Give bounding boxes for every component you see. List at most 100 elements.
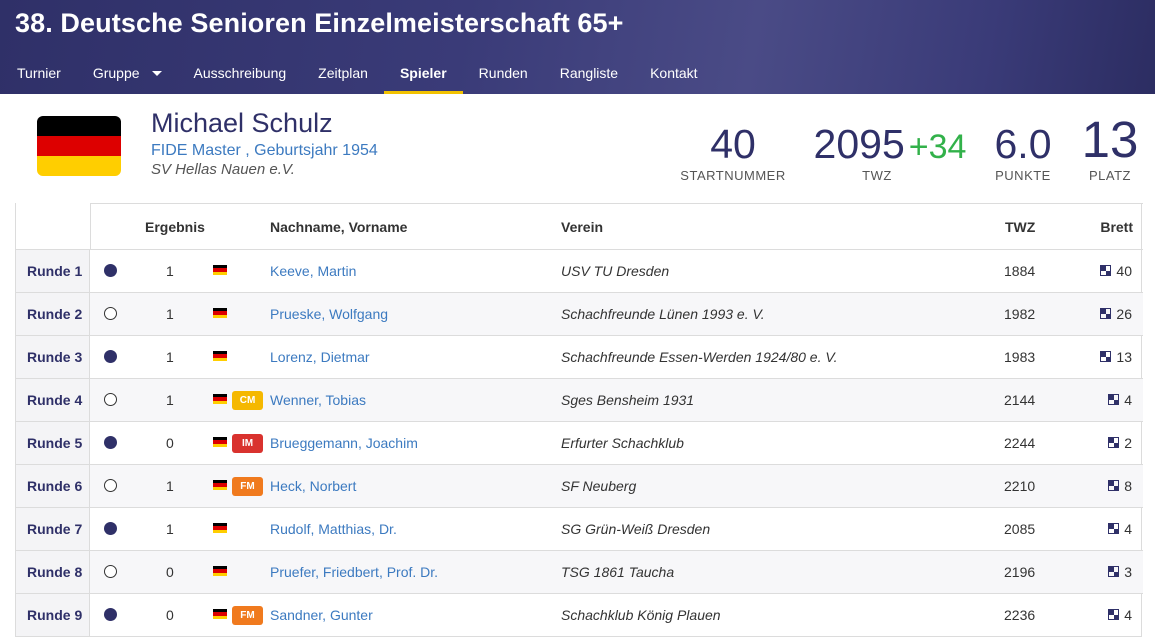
player-name: Michael Schulz: [151, 108, 333, 138]
round-cell: Runde 7: [16, 508, 90, 550]
startnummer-label: STARTNUMMER: [680, 168, 786, 183]
opponent-name-link[interactable]: Keeve, Martin: [270, 263, 356, 279]
stat-platz: 13 PLATZ: [1076, 114, 1144, 183]
germany-flag-icon: [37, 116, 121, 176]
round-cell: Runde 3: [16, 336, 90, 378]
result-value: 1: [166, 349, 174, 365]
table-row: Runde 5 0 IM Brueggemann, Joachim Erfurter S…: [16, 421, 1143, 464]
opponent-club: Schachklub König Plauen: [561, 607, 721, 623]
chessboard-icon: [1100, 351, 1111, 362]
chessboard-icon: [1100, 265, 1111, 276]
stat-startnummer: 40 STARTNUMMER: [680, 121, 786, 184]
opponent-twz: 2085: [1004, 521, 1036, 537]
board-number: 4: [1124, 521, 1132, 537]
round-label[interactable]: Runde 7: [27, 521, 82, 537]
platz-label: PLATZ: [1089, 168, 1131, 183]
white-piece-icon: [104, 479, 117, 492]
opponent-name-link[interactable]: Rudolf, Matthias, Dr.: [270, 521, 397, 537]
chessboard-icon: [1108, 523, 1119, 534]
tournament-title: 38. Deutsche Senioren Einzelmeisterschaf…: [15, 8, 624, 38]
round-cell: Runde 2: [16, 293, 90, 335]
nav-gruppe[interactable]: Gruppe: [77, 54, 178, 94]
twz-label: TWZ: [862, 168, 892, 183]
round-label[interactable]: Runde 6: [27, 478, 82, 494]
nav-label: Runden: [478, 65, 528, 81]
table-row: Runde 7 1 Rudolf, Matthias, Dr. SG Grün-Wei…: [16, 507, 1143, 550]
round-label[interactable]: Runde 5: [27, 435, 82, 451]
germany-flag-icon: [213, 437, 227, 447]
nav-ausschreibung[interactable]: Ausschreibung: [178, 54, 303, 94]
germany-flag-icon: [213, 265, 227, 275]
result-value: 1: [166, 306, 174, 322]
table-row: Runde 9 0 FM Sandner, Gunter Schachklub Köni…: [16, 593, 1143, 636]
table-row: Runde 3 1 Lorenz, Dietmar Schachfreunde Ess…: [16, 335, 1143, 378]
round-label[interactable]: Runde 8: [27, 564, 82, 580]
opponent-name-link[interactable]: Heck, Norbert: [270, 478, 356, 494]
opponent-club: SG Grün-Weiß Dresden: [561, 521, 711, 537]
startnummer-value: 40: [710, 121, 756, 167]
nav-turnier[interactable]: Turnier: [0, 54, 77, 94]
opponent-twz: 2196: [1004, 564, 1036, 580]
opponent-twz: 1884: [1004, 263, 1036, 279]
title-badge: IM: [232, 434, 263, 453]
header-name: Nachname, Vorname: [270, 219, 408, 235]
title-badge: FM: [232, 477, 263, 496]
punkte-value: 6.0: [994, 121, 1052, 167]
result-value: 1: [166, 521, 174, 537]
white-piece-icon: [104, 393, 117, 406]
round-label[interactable]: Runde 4: [27, 392, 82, 408]
nav-rangliste[interactable]: Rangliste: [544, 54, 634, 94]
round-label[interactable]: Runde 2: [27, 306, 82, 322]
board-number: 26: [1116, 306, 1132, 322]
opponent-name-link[interactable]: Brueggemann, Joachim: [270, 435, 418, 451]
header-ergebnis: Ergebnis: [145, 219, 205, 235]
table-row: Runde 8 0 Pruefer, Friedbert, Prof. Dr. TSG…: [16, 550, 1143, 593]
round-label[interactable]: Runde 9: [27, 607, 82, 623]
table-row: Runde 1 1 Keeve, Martin USV TU Dresden 1884 4…: [16, 249, 1143, 292]
board-number: 4: [1124, 392, 1132, 408]
opponent-twz: 2236: [1004, 607, 1036, 623]
chevron-down-icon: [151, 71, 162, 76]
round-cell: Runde 4: [16, 379, 90, 421]
title-badge: FM: [232, 606, 263, 625]
twz-value: 2095: [813, 121, 905, 167]
black-piece-icon: [104, 608, 117, 621]
nav-label: Kontakt: [650, 65, 698, 81]
opponent-club: Erfurter Schachklub: [561, 435, 684, 451]
table-row: Runde 4 1 CM Wenner, Tobias Sges Bensheim 19…: [16, 378, 1143, 421]
nav-kontakt[interactable]: Kontakt: [634, 54, 713, 94]
opponent-club: Schachfreunde Essen-Werden 1924/80 e. V.: [561, 349, 838, 365]
opponent-name-link[interactable]: Prueske, Wolfgang: [270, 306, 388, 322]
header-brett: Brett: [1100, 219, 1133, 235]
round-cell: Runde 8: [16, 551, 90, 593]
round-label[interactable]: Runde 1: [27, 263, 82, 279]
nav-runden[interactable]: Runden: [463, 54, 544, 94]
board-number: 2: [1124, 435, 1132, 451]
player-title-line: FIDE Master , Geburtsjahr 1954: [151, 142, 378, 159]
opponent-name-link[interactable]: Wenner, Tobias: [270, 392, 366, 408]
nav-spieler[interactable]: Spieler: [383, 54, 463, 94]
punkte-label: PUNKTE: [995, 168, 1051, 183]
white-piece-icon: [104, 307, 117, 320]
stat-twz: 2095 +34 TWZ: [808, 121, 972, 184]
round-cell: Runde 1: [16, 250, 90, 292]
nav-zeitplan[interactable]: Zeitplan: [302, 54, 384, 94]
opponent-twz: 2144: [1004, 392, 1036, 408]
opponent-name-link[interactable]: Sandner, Gunter: [270, 607, 373, 623]
nav-label: Spieler: [399, 65, 447, 81]
opponent-twz: 1982: [1004, 306, 1036, 322]
opponent-club: TSG 1861 Taucha: [561, 564, 675, 580]
germany-flag-icon: [213, 566, 227, 576]
black-piece-icon: [104, 264, 117, 277]
main-nav: Turnier Gruppe Ausschreibung Zeitplan Spiele…: [0, 54, 714, 94]
opponent-club: USV TU Dresden: [561, 263, 670, 279]
twz-delta: +34: [908, 128, 967, 166]
germany-flag-icon: [213, 480, 227, 490]
board-number: 40: [1116, 263, 1132, 279]
round-label[interactable]: Runde 3: [27, 349, 82, 365]
nav-label: Zeitplan: [318, 65, 368, 81]
opponent-name-link[interactable]: Lorenz, Dietmar: [270, 349, 370, 365]
table-row: Runde 6 1 FM Heck, Norbert SF Neuberg 2210 8: [16, 464, 1143, 507]
opponent-name-link[interactable]: Pruefer, Friedbert, Prof. Dr.: [270, 564, 438, 580]
opponent-twz: 2244: [1004, 435, 1036, 451]
